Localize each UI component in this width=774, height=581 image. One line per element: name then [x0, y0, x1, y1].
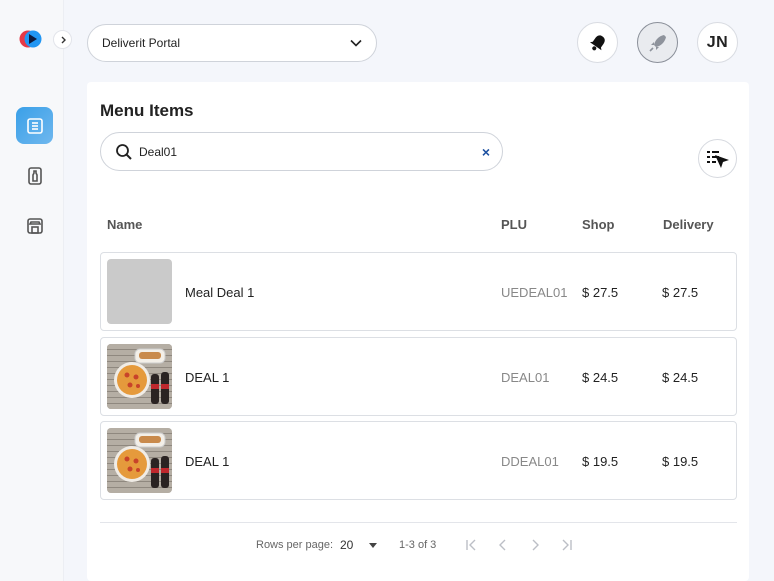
column-header-shop[interactable]: Shop	[582, 217, 615, 232]
chevron-right-icon	[532, 539, 539, 551]
item-image	[107, 428, 172, 493]
item-shop-price: $ 24.5	[582, 370, 619, 385]
table-divider	[100, 522, 737, 523]
rows-per-page-label: Rows per page:	[256, 539, 334, 551]
chevron-right-icon	[61, 36, 66, 43]
table-row[interactable]: Meal Deal 1 UEDEAL01 $ 27.5 $ 27.5	[100, 252, 737, 331]
pizza-deal-photo	[107, 344, 172, 409]
chevron-left-icon	[499, 539, 506, 551]
clear-search-button[interactable]: ×	[482, 144, 490, 160]
notifications-button[interactable]	[577, 22, 618, 63]
item-delivery-price: $ 27.5	[662, 285, 699, 300]
item-plu: DEAL01	[501, 370, 550, 385]
item-shop-price: $ 19.5	[582, 454, 619, 469]
deliverit-logo[interactable]	[19, 28, 43, 50]
column-header-plu[interactable]: PLU	[501, 217, 527, 232]
sidebar-item-menu-items[interactable]	[16, 107, 53, 144]
column-header-delivery[interactable]: Delivery	[663, 217, 714, 232]
item-delivery-price: $ 19.5	[662, 454, 699, 469]
portal-select[interactable]: Deliverit Portal	[87, 24, 377, 62]
previous-page-button[interactable]	[495, 537, 511, 553]
table-row[interactable]: DEAL 1 DEAL01 $ 24.5 $ 24.5	[100, 337, 737, 416]
item-shop-price: $ 27.5	[582, 285, 619, 300]
portal-select-value: Deliverit Portal	[102, 36, 181, 50]
sidebar-expand-button[interactable]	[53, 30, 72, 49]
store-icon	[26, 217, 43, 234]
next-page-button[interactable]	[527, 537, 543, 553]
item-plu: UEDEAL01	[501, 285, 568, 300]
item-name: Meal Deal 1	[185, 285, 255, 300]
search-icon	[116, 143, 132, 160]
sidebar-item-store[interactable]	[16, 207, 53, 244]
pagination-range: 1-3 of 3	[399, 539, 437, 551]
user-avatar[interactable]: JN	[697, 22, 738, 63]
item-name: DEAL 1	[185, 370, 230, 385]
avatar-initials: JN	[706, 33, 729, 51]
rocket-icon	[648, 34, 666, 52]
first-page-icon	[466, 539, 476, 551]
last-page-button[interactable]	[559, 537, 575, 553]
rows-per-page-select[interactable]: 20	[340, 538, 378, 552]
dropdown-arrow-icon	[369, 542, 378, 548]
page-title: Menu Items	[100, 101, 194, 120]
filter-button[interactable]	[698, 139, 737, 178]
sidebar	[0, 0, 64, 581]
rows-per-page-value: 20	[340, 538, 354, 552]
item-name: DEAL 1	[185, 454, 230, 469]
column-header-name[interactable]: Name	[107, 217, 142, 232]
pizza-deal-photo	[107, 428, 172, 493]
search-input[interactable]	[139, 144, 482, 159]
first-page-button[interactable]	[463, 537, 479, 553]
table-row[interactable]: DEAL 1 DDEAL01 $ 19.5 $ 19.5	[100, 421, 737, 500]
bell-icon	[589, 34, 605, 50]
sidebar-item-products[interactable]	[16, 157, 53, 194]
bottle-icon	[27, 166, 42, 185]
search-field[interactable]: ×	[100, 132, 503, 171]
item-plu: DDEAL01	[501, 454, 559, 469]
item-delivery-price: $ 24.5	[662, 370, 699, 385]
chevron-down-icon	[350, 39, 362, 47]
menu-list-icon	[26, 117, 43, 134]
launch-button[interactable]	[637, 22, 678, 63]
filter-list-cursor-icon	[706, 150, 729, 168]
item-image-placeholder	[107, 259, 172, 324]
item-image	[107, 344, 172, 409]
last-page-icon	[562, 539, 572, 551]
